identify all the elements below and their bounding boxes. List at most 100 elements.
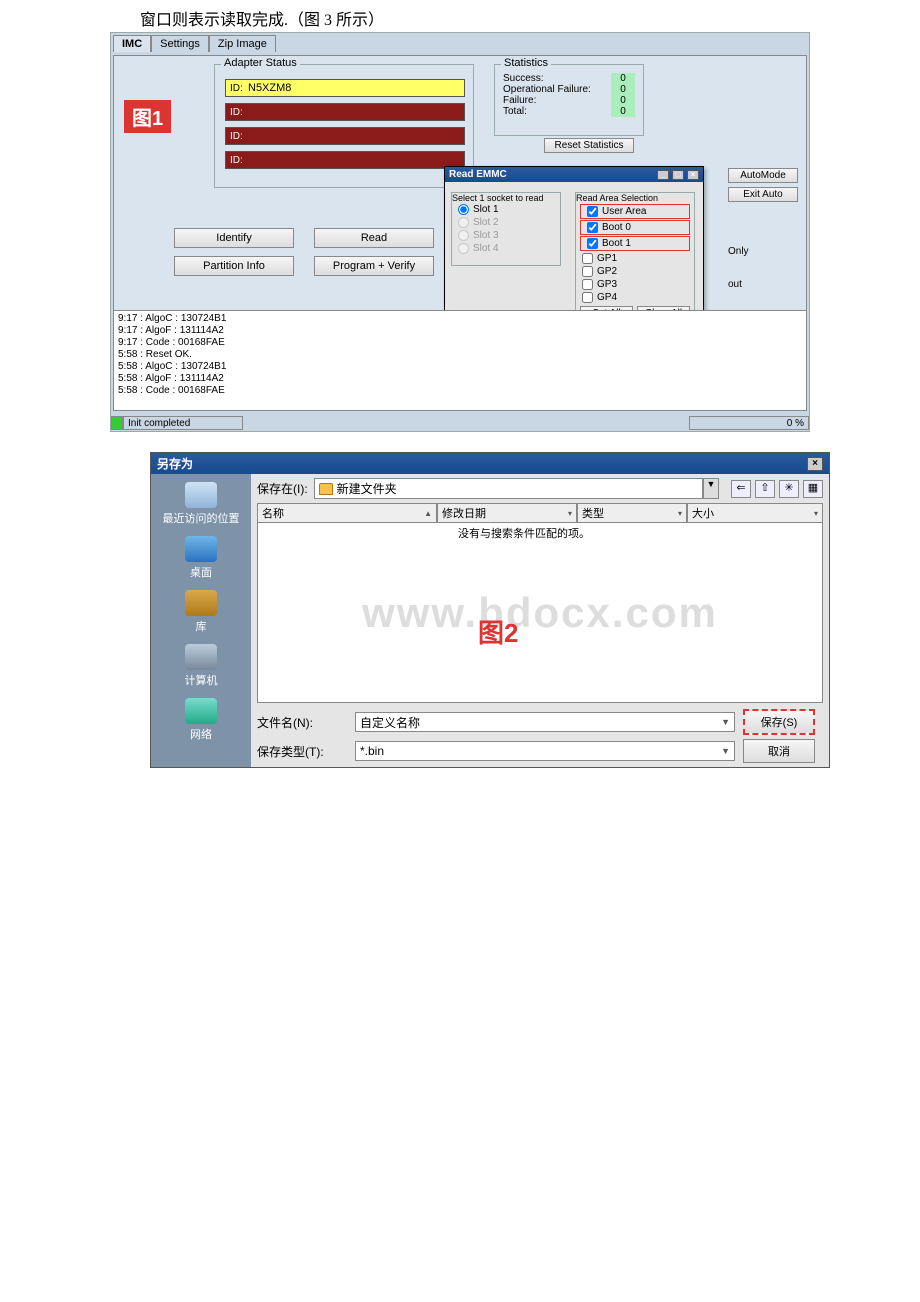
- adapter-id-row-3: ID:: [225, 127, 465, 145]
- close-icon[interactable]: ×: [687, 170, 699, 180]
- col-name[interactable]: 名称▲: [257, 503, 437, 523]
- viewmenu-icon[interactable]: ▦: [803, 480, 823, 498]
- filename-input[interactable]: 自定义名称▼: [355, 712, 735, 732]
- program-verify-button[interactable]: Program + Verify: [314, 256, 434, 276]
- adapter-id-row-1: ID: N5XZM8: [225, 79, 465, 97]
- gp2-label: GP2: [597, 266, 617, 277]
- col-date[interactable]: 修改日期▾: [437, 503, 577, 523]
- identify-button[interactable]: Identify: [174, 228, 294, 248]
- log-line: 5:58 : AlgoF : 131114A2: [118, 373, 802, 385]
- up-icon[interactable]: ⇧: [755, 480, 775, 498]
- chevron-down-icon[interactable]: ▼: [721, 746, 730, 756]
- place-desktop-label: 桌面: [190, 567, 212, 579]
- tab-zipimage[interactable]: Zip Image: [209, 35, 276, 52]
- reset-statistics-button[interactable]: Reset Statistics: [544, 138, 634, 153]
- filetype-label: 保存类型(T):: [257, 743, 347, 760]
- gp4-checkbox[interactable]: GP4: [576, 291, 694, 304]
- slot1-label: Slot 1: [473, 204, 499, 215]
- userarea-label: User Area: [602, 206, 646, 217]
- socket-legend: Select 1 socket to read: [452, 193, 560, 203]
- log-area: 9:17 : AlgoC : 130724B1 9:17 : AlgoF : 1…: [114, 310, 806, 410]
- id-label: ID:: [226, 83, 248, 94]
- log-line: 9:17 : AlgoC : 130724B1: [118, 313, 802, 325]
- place-recent[interactable]: 最近访问的位置: [163, 482, 240, 526]
- gp3-checkbox[interactable]: GP3: [576, 278, 694, 291]
- stat-total-label: Total:: [503, 106, 527, 117]
- slot3-label: Slot 3: [473, 230, 499, 241]
- chevron-down-icon: ▾: [678, 509, 682, 518]
- col-size[interactable]: 大小▾: [687, 503, 823, 523]
- place-computer[interactable]: 计算机: [185, 644, 218, 688]
- partition-info-button[interactable]: Partition Info: [174, 256, 294, 276]
- stat-failure-label: Failure:: [503, 95, 536, 106]
- gp1-checkbox[interactable]: GP1: [576, 252, 694, 265]
- place-computer-label: 计算机: [185, 675, 218, 687]
- read-button[interactable]: Read: [314, 228, 434, 248]
- id-label: ID:: [226, 131, 248, 142]
- figure2-badge: 图2: [478, 613, 518, 650]
- filetype-value: *.bin: [360, 744, 384, 758]
- place-network[interactable]: 网络: [185, 698, 217, 742]
- stat-opfail-label: Operational Failure:: [503, 84, 591, 95]
- dialog-titlebar[interactable]: Read EMMC _ □ ×: [445, 167, 703, 182]
- exitauto-button[interactable]: Exit Auto: [728, 187, 798, 202]
- slot4-radio: Slot 4: [452, 242, 560, 255]
- gp2-checkbox[interactable]: GP2: [576, 265, 694, 278]
- status-text: Init completed: [123, 416, 243, 430]
- main-app-window: IMC Settings Zip Image 图1 Adapter Status…: [110, 32, 810, 432]
- adapter-status-group: Adapter Status ID: N5XZM8 ID: ID: ID:: [214, 64, 474, 188]
- minimize-icon[interactable]: _: [657, 170, 669, 180]
- statusbar: Init completed 0 %: [111, 415, 809, 431]
- col-type[interactable]: 类型▾: [577, 503, 687, 523]
- chevron-down-icon: ▾: [568, 509, 572, 518]
- side-buttons: AutoMode Exit Auto: [728, 168, 798, 202]
- out-label: out: [728, 279, 798, 290]
- filetype-select[interactable]: *.bin ▼: [355, 741, 735, 761]
- chevron-down-icon[interactable]: ▼: [703, 478, 719, 499]
- savein-combo[interactable]: 新建文件夹 ▼: [314, 478, 719, 499]
- log-line: 5:58 : Code : 00168FAE: [118, 385, 802, 397]
- log-line: 5:58 : Reset OK.: [118, 349, 802, 361]
- boot1-label: Boot 1: [602, 238, 631, 249]
- status-percent: 0 %: [689, 416, 809, 430]
- log-line: 9:17 : Code : 00168FAE: [118, 337, 802, 349]
- cancel-button[interactable]: 取消: [743, 739, 815, 763]
- stat-success-label: Success:: [503, 73, 544, 84]
- slot4-label: Slot 4: [473, 243, 499, 254]
- boot0-checkbox[interactable]: Boot 0: [580, 220, 690, 235]
- tab-settings[interactable]: Settings: [151, 35, 209, 52]
- adapter-id-row-2: ID:: [225, 103, 465, 121]
- slot2-label: Slot 2: [473, 217, 499, 228]
- file-list[interactable]: 没有与搜索条件匹配的项。 www.bdocx.com 图2: [257, 523, 823, 703]
- save-button[interactable]: 保存(S): [743, 709, 815, 735]
- slot1-radio[interactable]: Slot 1: [452, 203, 560, 216]
- tab-row: IMC Settings Zip Image: [113, 35, 809, 52]
- dialog-title: Read EMMC: [449, 169, 507, 180]
- maximize-icon[interactable]: □: [672, 170, 684, 180]
- filename-label: 文件名(N):: [257, 714, 347, 731]
- back-icon[interactable]: ⇐: [731, 480, 751, 498]
- chevron-down-icon: ▾: [814, 509, 818, 518]
- automode-button[interactable]: AutoMode: [728, 168, 798, 183]
- places-bar: 最近访问的位置 桌面 库 计算机 网络: [151, 474, 251, 767]
- col-name-label: 名称: [262, 505, 284, 521]
- boot1-checkbox[interactable]: Boot 1: [580, 236, 690, 251]
- chevron-down-icon[interactable]: ▼: [721, 717, 730, 727]
- log-line: 5:58 : AlgoC : 130724B1: [118, 361, 802, 373]
- place-desktop[interactable]: 桌面: [185, 536, 217, 580]
- folder-icon: [319, 483, 333, 495]
- newfolder-icon[interactable]: ✳: [779, 480, 799, 498]
- place-library[interactable]: 库: [185, 590, 217, 634]
- library-icon: [185, 590, 217, 616]
- log-line: 9:17 : AlgoF : 131114A2: [118, 325, 802, 337]
- tab-imc[interactable]: IMC: [113, 35, 151, 52]
- userarea-checkbox[interactable]: User Area: [580, 204, 690, 219]
- gp4-label: GP4: [597, 292, 617, 303]
- place-network-label: 网络: [190, 729, 212, 741]
- status-indicator-icon: [111, 416, 123, 430]
- saveas-rightpane: 保存在(I): 新建文件夹 ▼ ⇐ ⇧ ✳ ▦ 名称▲ 修改日期▾ 类型▾ 大小…: [251, 474, 829, 767]
- id-label: ID:: [226, 107, 248, 118]
- saveas-titlebar[interactable]: 另存为 ×: [151, 453, 829, 474]
- close-icon[interactable]: ×: [807, 457, 823, 471]
- figure1-badge: 图1: [124, 100, 171, 133]
